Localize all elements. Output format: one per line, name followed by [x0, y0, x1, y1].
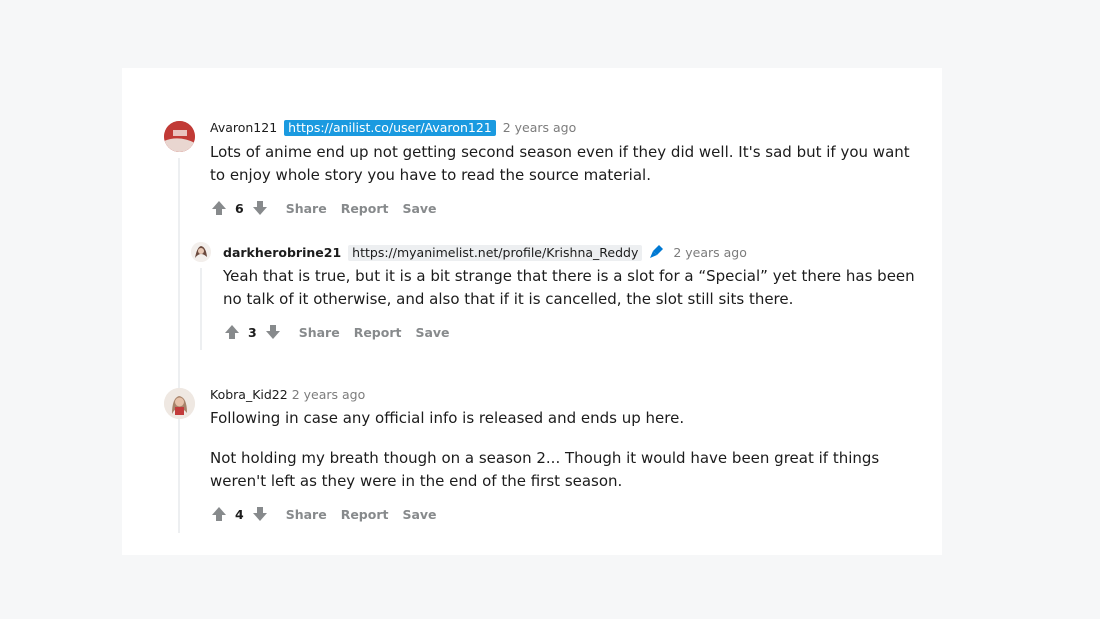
comment-actions: 4 Share Report Save: [211, 504, 437, 524]
comment-body: Following in case any official info is r…: [210, 407, 879, 493]
avatar[interactable]: [164, 388, 195, 419]
upvote-arrow-icon[interactable]: [211, 506, 227, 522]
share-button[interactable]: Share: [286, 507, 327, 522]
downvote-arrow-icon[interactable]: [252, 506, 268, 522]
comment-paragraph: Following in case any official info is r…: [210, 409, 685, 427]
avatar-image-icon: [164, 388, 195, 419]
timestamp[interactable]: 2 years ago: [292, 387, 366, 402]
comment-line: weren't left as they were in the end of …: [210, 472, 623, 490]
comment-kobra-kid22: Kobra_Kid22 2 years ago Following in cas…: [122, 68, 942, 555]
save-button[interactable]: Save: [402, 507, 436, 522]
username[interactable]: Kobra_Kid22: [210, 387, 288, 402]
comment-line: Not holding my breath though on a season…: [210, 449, 880, 467]
comment-header: Kobra_Kid22 2 years ago: [210, 386, 365, 404]
vote-count: 4: [235, 506, 244, 522]
thread-line[interactable]: [178, 425, 180, 533]
report-button[interactable]: Report: [341, 507, 389, 522]
comment-section: Avaron121 https://anilist.co/user/Avaron…: [122, 68, 942, 555]
